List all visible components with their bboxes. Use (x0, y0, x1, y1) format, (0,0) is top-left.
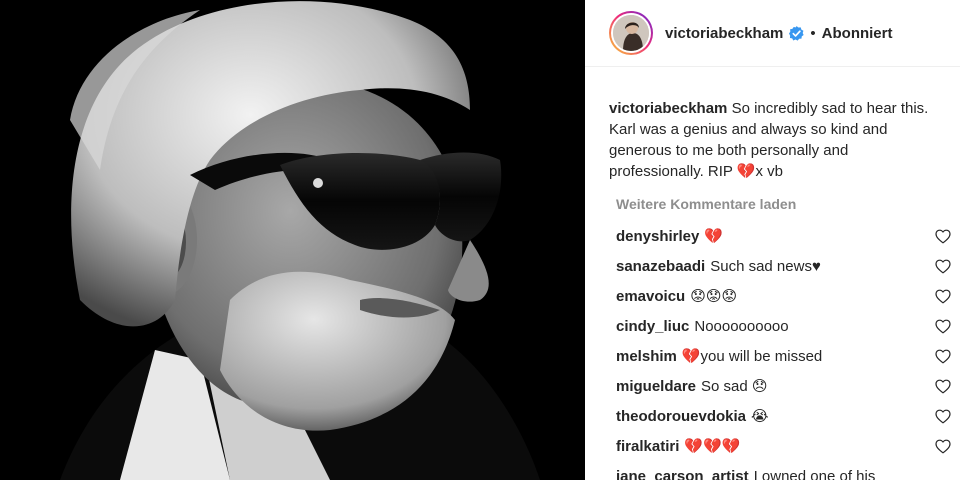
comment-text: Such sad news♥ (710, 257, 821, 275)
comment-row: denyshirley 💔 (585, 221, 960, 251)
comment-text: I owned one of his (753, 467, 876, 480)
heart-outline-icon[interactable] (935, 259, 951, 274)
avatar[interactable] (609, 11, 653, 55)
comment-row: jane_carson_artist I owned one of his (585, 461, 960, 480)
verified-badge-icon (789, 25, 805, 41)
heart-outline-icon[interactable] (935, 229, 951, 244)
comment-list: denyshirley 💔 sanazebaadi Such sad news♥ ema… (585, 221, 960, 480)
comment-username[interactable]: emavoicu (616, 288, 685, 305)
comment-username[interactable]: melshim (616, 348, 677, 365)
comment-text: 💔 (704, 228, 724, 245)
comment-row: sanazebaadi Such sad news♥ (585, 251, 960, 281)
comment-text: 😟😟😟 (690, 288, 738, 305)
load-more-comments-link[interactable]: Weitere Kommentare laden (616, 196, 960, 212)
post-author-username[interactable]: victoriabeckham (665, 25, 783, 42)
heart-outline-icon[interactable] (935, 379, 951, 394)
follow-status-button[interactable]: Abonniert (822, 25, 893, 42)
post-header: victoriabeckham • Abonniert (585, 0, 960, 67)
post-side-panel: victoriabeckham • Abonniert victoriabeck… (585, 0, 960, 480)
comment-row: theodorouevdokia 😭 (585, 401, 960, 431)
heart-outline-icon[interactable] (935, 349, 951, 364)
comment-username[interactable]: theodorouevdokia (616, 408, 746, 425)
caption-username[interactable]: victoriabeckham (609, 100, 727, 117)
comment-username[interactable]: denyshirley (616, 228, 699, 245)
comment-text: 💔💔💔 (684, 438, 741, 455)
heart-outline-icon[interactable] (935, 289, 951, 304)
avatar-image (613, 15, 649, 51)
comment-username[interactable]: firalkatiri (616, 438, 679, 455)
comment-username[interactable]: cindy_liuc (616, 318, 689, 335)
comment-username[interactable]: sanazebaadi (616, 258, 705, 275)
post-caption: victoriabeckham So incredibly sad to hea… (585, 67, 960, 182)
comment-row: cindy_liuc Noooooooooo (585, 311, 960, 341)
comment-text: Noooooooooo (694, 317, 789, 335)
portrait-photo (0, 0, 585, 480)
comment-text: 💔you will be missed (681, 348, 823, 365)
comment-row: firalkatiri 💔💔💔 (585, 431, 960, 461)
heart-outline-icon[interactable] (935, 319, 951, 334)
comment-row: migueldare So sad 😞 (585, 371, 960, 401)
comment-row: melshim 💔you will be missed (585, 341, 960, 371)
post-image[interactable] (0, 0, 585, 480)
comment-text: 😭 (751, 408, 769, 425)
comment-username[interactable]: migueldare (616, 378, 696, 395)
comment-text: So sad 😞 (701, 378, 768, 395)
heart-outline-icon[interactable] (935, 409, 951, 424)
heart-outline-icon[interactable] (935, 439, 951, 454)
comment-username[interactable]: jane_carson_artist (616, 468, 749, 480)
header-separator: • (810, 24, 816, 42)
comment-row: emavoicu 😟😟😟 (585, 281, 960, 311)
